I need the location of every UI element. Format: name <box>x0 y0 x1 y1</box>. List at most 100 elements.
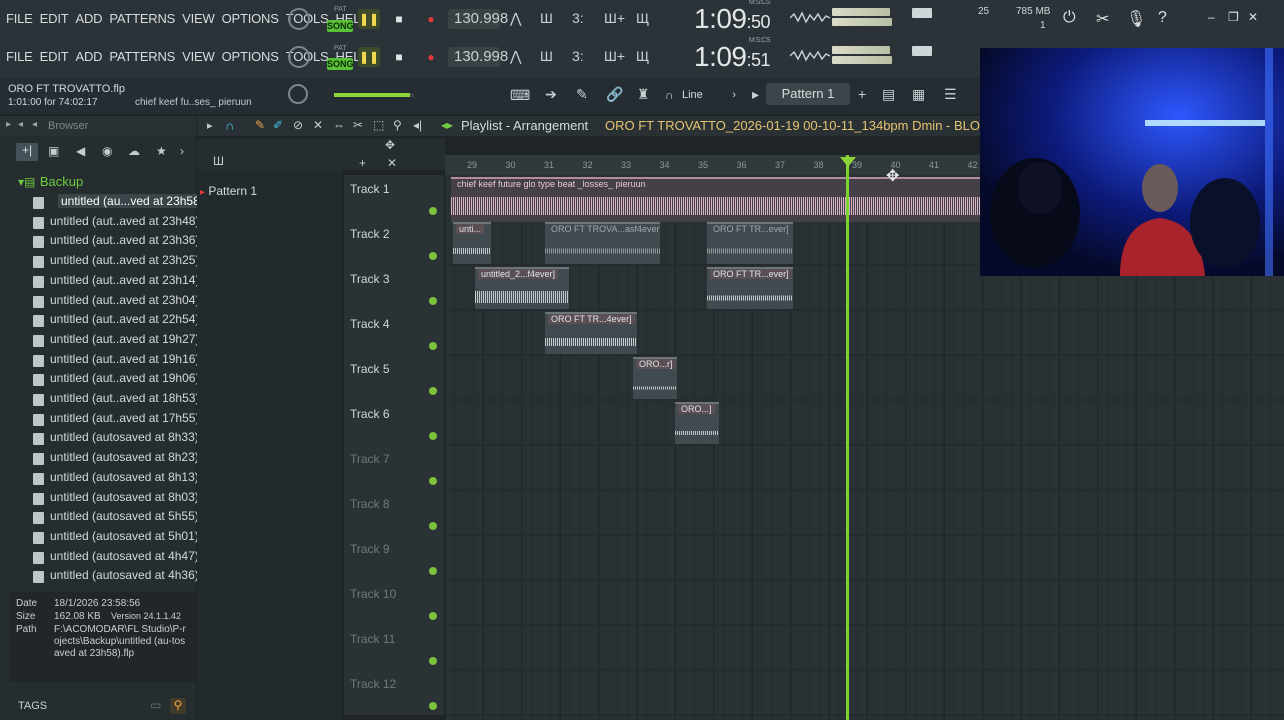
track-header[interactable]: Track 5 <box>344 355 444 401</box>
browser-file-item[interactable]: untitled (aut..aved at 23h04) <box>50 293 199 307</box>
track-header[interactable]: Track 3 <box>344 265 444 311</box>
channel-rack-icon[interactable]: ▦ <box>912 86 925 103</box>
mixer-icon[interactable]: ☰ <box>944 86 957 103</box>
track-header[interactable]: Track 4 <box>344 310 444 356</box>
pat-mode-label[interactable]: PAT <box>334 6 347 13</box>
play-button[interactable]: ❚❚ <box>358 47 380 67</box>
move-icon[interactable]: ✥ <box>385 138 395 152</box>
chevron-right-icon[interactable]: ▸ <box>207 119 213 132</box>
audio-clip[interactable]: unti... <box>453 222 491 264</box>
track-mute-button[interactable] <box>429 207 437 215</box>
star-icon[interactable]: ★ <box>156 144 167 158</box>
close-icon[interactable]: ✕ <box>387 156 397 170</box>
track-mute-button[interactable] <box>429 297 437 305</box>
pencil-icon[interactable]: ✎ <box>576 86 588 103</box>
search-icon[interactable]: ⚲ <box>170 698 186 714</box>
playback-icon[interactable]: ◂| <box>413 118 422 132</box>
browser-file-item[interactable]: untitled (aut..aved at 19h16) <box>50 352 199 366</box>
countdown-icon[interactable]: 3: <box>572 48 584 64</box>
speaker-icon[interactable]: ◀ <box>76 144 85 158</box>
stop-button[interactable]: ■ <box>388 9 410 29</box>
magnet-icon[interactable]: ∩ <box>665 88 674 102</box>
browser-file-item[interactable]: untitled (aut..aved at 22h54) <box>50 312 199 326</box>
song-time-display[interactable]: 1:09:51 M:S:CS <box>694 37 771 73</box>
track-mute-button[interactable] <box>429 567 437 575</box>
playhead[interactable] <box>846 155 849 720</box>
mute-icon[interactable]: ✕ <box>313 118 323 132</box>
browser-file-item[interactable]: untitled (aut..aved at 23h48) <box>50 214 199 228</box>
track-mute-button[interactable] <box>429 702 437 710</box>
audio-clip[interactable]: ORO...] <box>675 402 719 444</box>
browser-file-item[interactable]: untitled (autosaved at 5h55) <box>50 509 199 523</box>
paint-icon[interactable]: ✐ <box>273 118 283 132</box>
audio-clip[interactable]: ORO FT TROVA...asf4ever] <box>545 222 660 264</box>
browser-file-item[interactable]: untitled (aut..aved at 19h06) <box>50 371 199 385</box>
menu-file[interactable]: FILE <box>6 49 33 64</box>
audio-clip[interactable]: ORO FT TR...ever] <box>707 267 793 309</box>
menu-add[interactable]: ADD <box>75 11 102 26</box>
track-mute-button[interactable] <box>429 432 437 440</box>
help-icon[interactable]: ? <box>1158 9 1167 27</box>
menu-add[interactable]: ADD <box>75 49 102 64</box>
wait-input-icon[interactable]: Ш <box>540 48 553 64</box>
delete-icon[interactable]: ⊘ <box>293 118 303 132</box>
menu-edit[interactable]: EDIT <box>40 49 69 64</box>
track-header[interactable]: Track 12 <box>344 670 444 716</box>
power-icon[interactable]: ⏻ <box>1063 9 1076 27</box>
pencil-icon[interactable]: ✎ <box>255 118 265 132</box>
menu-options[interactable]: OPTIONS <box>222 49 279 64</box>
minimize-icon[interactable]: – <box>1208 10 1215 24</box>
track-mute-button[interactable] <box>429 387 437 395</box>
browser-file-item[interactable]: untitled (aut..aved at 19h27) <box>50 332 199 346</box>
menu-view[interactable]: VIEW <box>182 49 215 64</box>
browser-file-item[interactable]: untitled (aut..aved at 23h14) <box>50 273 199 287</box>
stamp-icon[interactable]: ♜ <box>637 86 650 103</box>
browser-file-item[interactable]: untitled (autosaved at 8h33) <box>50 430 199 444</box>
zoom-icon[interactable]: ⚲ <box>393 118 402 132</box>
master-volume-slider[interactable] <box>334 93 414 97</box>
master-volume-knob[interactable] <box>288 46 310 68</box>
song-mode-button[interactable]: SONG <box>327 20 354 32</box>
track-mute-button[interactable] <box>429 477 437 485</box>
master-volume-knob[interactable] <box>288 8 310 30</box>
cut-icon[interactable]: ✂ <box>1096 9 1109 29</box>
browser-file-item[interactable]: untitled (autosaved at 4h36) <box>50 568 199 582</box>
track-mute-button[interactable] <box>429 612 437 620</box>
browser-file-item[interactable]: untitled (aut..aved at 23h25) <box>50 253 199 267</box>
chevron-right-icon[interactable]: › <box>180 144 184 158</box>
browser-file-item[interactable]: untitled (aut..aved at 18h53) <box>50 391 199 405</box>
add-track-icon[interactable]: + <box>359 156 366 170</box>
cloud-icon[interactable]: ☁ <box>128 144 140 158</box>
audio-clip[interactable]: ORO FT TR...ever] <box>707 222 793 264</box>
browser-file-item[interactable]: untitled (autosaved at 8h03) <box>50 490 199 504</box>
browser-folder[interactable]: ▾▤ Backup <box>18 173 83 191</box>
microphone-icon[interactable]: 🎙 <box>1126 9 1146 29</box>
close-icon[interactable]: ✕ <box>1248 10 1258 24</box>
menu-edit[interactable]: EDIT <box>40 11 69 26</box>
browser-file-item[interactable]: untitled (autosaved at 8h23) <box>50 450 199 464</box>
song-time-display[interactable]: 1:09:50 M:S:CS <box>694 0 771 35</box>
step-edit-icon[interactable]: Ш+ <box>604 10 625 26</box>
track-mute-button[interactable] <box>429 342 437 350</box>
browser-file-item[interactable]: untitled (autosaved at 8h13) <box>50 470 199 484</box>
playhead-marker-icon[interactable] <box>840 157 856 167</box>
song-mode-button[interactable]: SONG <box>327 58 354 70</box>
tempo-display[interactable]: 130.998 <box>448 9 508 29</box>
loop-record-icon[interactable]: Щ <box>636 48 649 64</box>
select-icon[interactable]: ⬚ <box>373 118 384 132</box>
arrow-right-icon[interactable]: ➔ <box>545 86 557 103</box>
track-header[interactable]: Track 6 <box>344 400 444 446</box>
stop-button[interactable]: ■ <box>388 47 410 67</box>
track-header[interactable]: Track 9 <box>344 535 444 581</box>
chevron-left-icon[interactable]: ◂ <box>18 119 23 130</box>
play-button[interactable]: ❚❚ <box>358 9 380 29</box>
pattern-item[interactable]: ▸ Pattern 1 <box>200 184 257 198</box>
browser-file-item[interactable]: untitled (aut..aved at 17h55) <box>50 411 199 425</box>
metronome-icon[interactable]: ⋀ <box>510 10 521 27</box>
browser-file-item[interactable]: untitled (aut..aved at 23h36) <box>50 233 199 247</box>
browser-file-item[interactable]: untitled (autosaved at 4h47) <box>50 549 199 563</box>
folder-icon[interactable]: ▣ <box>48 144 59 158</box>
audio-clip[interactable]: chief keef future glo type beat _losses_… <box>451 177 991 222</box>
countdown-icon[interactable]: 3: <box>572 10 584 26</box>
all-files-icon[interactable]: +| <box>16 143 38 161</box>
